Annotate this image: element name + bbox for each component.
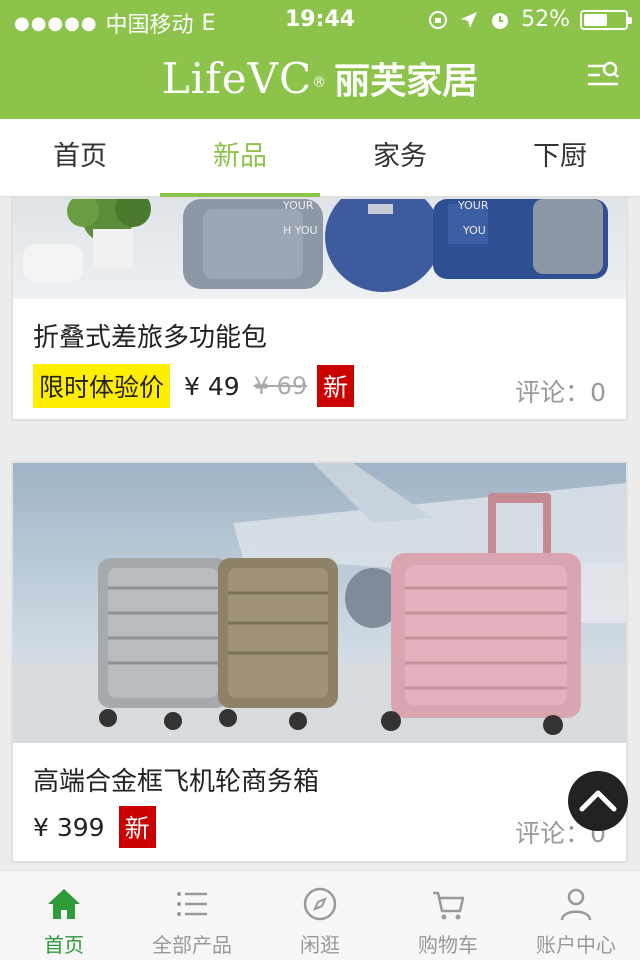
registered-mark: ® (312, 74, 327, 91)
status-bar: ●●●●● 中国移动 E 19:44 52% (0, 0, 640, 40)
cart-icon (433, 891, 465, 920)
new-badge: 新 (317, 365, 355, 407)
nav-account[interactable]: 账户中心 (512, 871, 640, 960)
product-title[interactable]: 高端合金框飞机轮商务箱 (33, 761, 319, 798)
alarm-icon (492, 12, 509, 29)
tab-home[interactable]: 首页 (0, 119, 160, 196)
nav-all-products[interactable]: 全部产品 (128, 871, 256, 960)
nav-home[interactable]: 首页 (0, 871, 128, 960)
original-price: ¥ 69 (253, 372, 308, 400)
current-price: ¥ 49 (184, 371, 240, 401)
brand-logo: LifeVC® 丽芙家居 (0, 52, 640, 104)
svg-text:H YOU: H YOU (283, 224, 318, 237)
product-image[interactable] (13, 463, 626, 743)
nav-label: 首页 (44, 933, 84, 957)
silver-suitcase (98, 558, 228, 730)
category-tabs: 首页 新品 家务 下厨 (0, 119, 640, 197)
rotation-lock-icon (429, 10, 448, 29)
gold-suitcase (218, 558, 338, 730)
product-card[interactable]: YOUR H YOU YOUR YOU 折叠式差旅多功能包 限时体验价 ¥ 49… (11, 197, 628, 421)
svg-text:YOU: YOU (462, 224, 486, 237)
nav-label: 闲逛 (300, 933, 340, 957)
battery-percent: 52% (521, 7, 570, 32)
back-to-top-button[interactable] (568, 771, 628, 831)
chevron-up-icon (579, 790, 617, 812)
brand-chinese: 丽芙家居 (334, 61, 479, 102)
svg-text:YOUR: YOUR (457, 199, 489, 212)
app-header: ●●●●● 中国移动 E 19:44 52% LifeVC® 丽芙家居 (0, 0, 640, 119)
svg-text:YOUR: YOUR (282, 199, 314, 212)
search-menu-icon[interactable] (586, 58, 620, 92)
product-title[interactable]: 折叠式差旅多功能包 (33, 317, 267, 354)
location-icon (461, 11, 478, 28)
nav-cart[interactable]: 购物车 (384, 871, 512, 960)
brand-latin: LifeVC (161, 54, 313, 103)
status-right: 52% (427, 7, 632, 32)
current-price: ¥ 399 (33, 812, 105, 842)
home-icon (48, 889, 80, 919)
nav-label: 全部产品 (152, 933, 232, 957)
product-image[interactable]: YOUR H YOU YOUR YOU (13, 199, 626, 299)
nav-browse[interactable]: 闲逛 (256, 871, 384, 960)
battery-icon (580, 9, 632, 30)
tab-kitchen[interactable]: 下厨 (480, 119, 640, 196)
bottom-nav: 首页 全部产品 闲逛 购物车 账户中心 (0, 870, 640, 960)
promo-badge: 限时体验价 (33, 364, 171, 408)
user-icon (560, 888, 592, 921)
nav-label: 账户中心 (536, 933, 616, 957)
comment-count[interactable]: 评论：0 (515, 373, 606, 409)
nav-label: 购物车 (418, 933, 478, 957)
tab-new[interactable]: 新品 (160, 119, 320, 197)
new-badge: 新 (118, 806, 156, 848)
product-card[interactable]: 高端合金框飞机轮商务箱 ¥ 399 新 评论：0 (11, 461, 628, 863)
tab-housework[interactable]: 家务 (320, 119, 480, 196)
compass-icon (303, 887, 337, 921)
list-icon (177, 892, 207, 916)
